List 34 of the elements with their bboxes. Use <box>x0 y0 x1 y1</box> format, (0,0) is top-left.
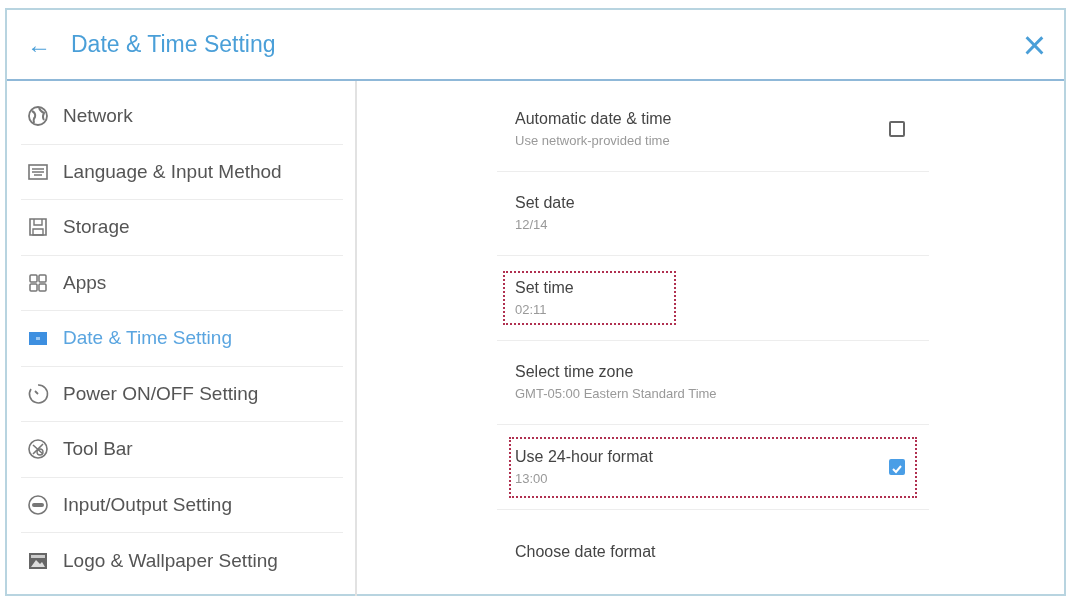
globe-icon <box>27 105 49 128</box>
sidebar-item[interactable]: Input/Output Setting <box>21 477 343 533</box>
setting-title: Automatic date & time <box>515 109 673 128</box>
setting-row[interactable]: Choose date format <box>497 509 929 594</box>
sidebar-item[interactable]: Apps <box>21 255 343 311</box>
setting-summary: 12/14 <box>515 217 549 233</box>
storage-icon <box>27 216 49 239</box>
sidebar-item[interactable]: Storage <box>21 200 343 256</box>
setting-row[interactable]: Select time zone GMT-05:00 Eastern Standard Time <box>497 340 929 425</box>
input-source-icon <box>27 493 49 516</box>
toolbar-icon <box>27 438 49 461</box>
setting-title: Use 24-hour format <box>515 447 654 466</box>
setting-row[interactable]: Automatic date & time Use network-provided time <box>497 87 929 172</box>
checkbox[interactable] <box>889 120 905 137</box>
sidebar-item[interactable]: Power ON/OFF Setting <box>21 366 343 422</box>
window-title: Date & Time Setting <box>71 31 277 58</box>
setting-summary: GMT-05:00 Eastern Standard Time <box>515 386 718 402</box>
sidebar-item[interactable]: Logo & Wallpaper Setting <box>21 533 343 589</box>
sidebar-item[interactable]: Language & Input Method <box>21 144 343 200</box>
setting-summary: Use network-provided time <box>515 132 671 148</box>
sidebar-item[interactable]: Network <box>21 89 343 145</box>
setting-title: Select time zone <box>515 363 635 382</box>
setting-summary: 02:11 <box>515 301 548 317</box>
setting-title: Set time <box>515 278 574 297</box>
setting-row[interactable]: Set time 02:11 <box>497 256 929 341</box>
setting-summary: 13:00 <box>515 470 549 486</box>
setting-title: Set date <box>515 194 576 213</box>
sidebar-item[interactable]: Tool Bar <box>21 422 343 478</box>
setting-row[interactable]: Set date 12/14 <box>497 171 929 256</box>
setting-row[interactable]: Use 24-hour format 13:00 <box>497 425 929 510</box>
timer-icon <box>27 382 49 405</box>
checkbox[interactable] <box>889 458 905 475</box>
setting-title: Choose date format <box>515 542 657 561</box>
apps-icon <box>27 271 49 294</box>
